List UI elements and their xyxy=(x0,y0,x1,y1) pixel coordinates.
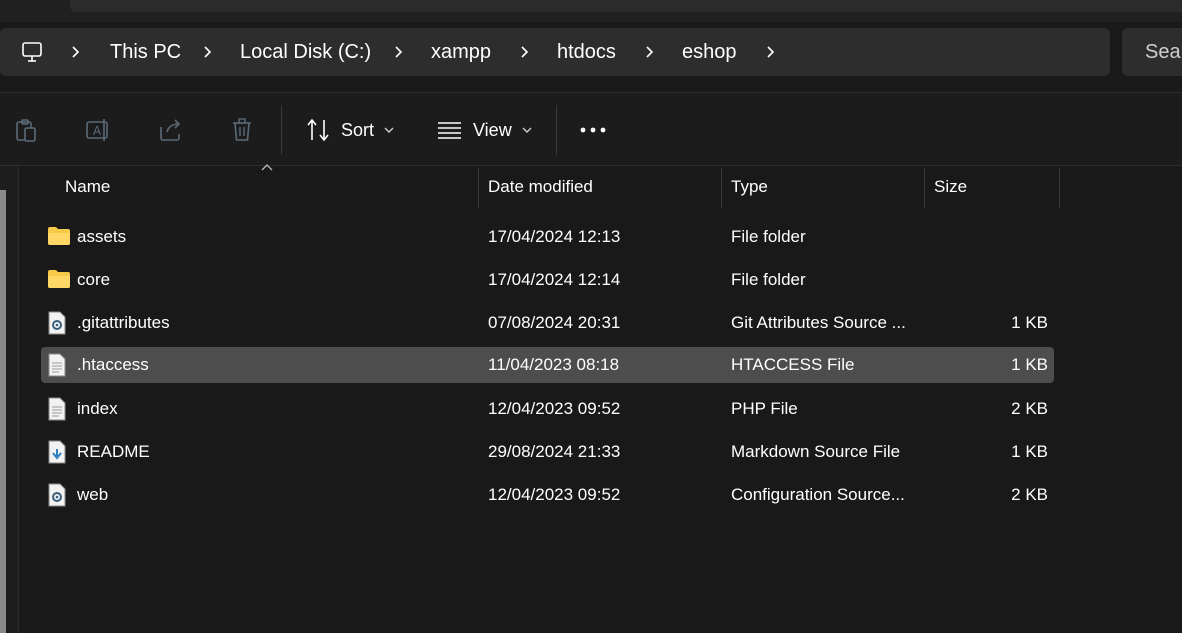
view-button[interactable]: View xyxy=(437,93,542,167)
chevron-right-icon[interactable] xyxy=(765,28,777,76)
delete-icon[interactable] xyxy=(229,117,255,143)
file-name: .gitattributes xyxy=(77,313,170,332)
column-header-name[interactable]: Name xyxy=(65,166,110,208)
file-name: index xyxy=(77,399,118,418)
file-size: 1 KB xyxy=(1011,355,1048,374)
file-date: 07/08/2024 20:31 xyxy=(488,313,621,332)
column-header-type[interactable]: Type xyxy=(731,166,768,208)
file-row[interactable]: core 17/04/2024 12:14 File folder xyxy=(41,262,1054,298)
file-size: 2 KB xyxy=(1011,485,1048,504)
file-name: README xyxy=(77,442,150,461)
view-list-icon xyxy=(438,122,461,139)
file-size: 1 KB xyxy=(1011,442,1048,461)
file-row[interactable]: web 12/04/2023 09:52 Configuration Sourc… xyxy=(41,477,1054,513)
sort-label: Sort xyxy=(341,119,375,140)
file-size: 1 KB xyxy=(1011,313,1048,332)
file-date: 17/04/2024 12:14 xyxy=(488,270,621,289)
text-file-icon xyxy=(47,397,67,426)
navigation-scrollbar[interactable] xyxy=(0,190,6,633)
view-label: View xyxy=(473,119,512,140)
breadcrumb-htdocs[interactable]: htdocs xyxy=(557,28,616,76)
chevron-right-icon[interactable] xyxy=(70,28,82,76)
command-separator xyxy=(281,105,282,155)
command-bar: A Sort View xyxy=(0,92,1182,166)
column-header-date[interactable]: Date modified xyxy=(488,166,593,208)
breadcrumb-xampp[interactable]: xampp xyxy=(431,28,491,76)
file-date: 29/08/2024 21:33 xyxy=(488,442,621,461)
search-input[interactable]: Sear xyxy=(1122,28,1182,76)
settings-file-icon xyxy=(47,311,67,340)
chevron-down-icon xyxy=(384,127,394,133)
file-name: assets xyxy=(77,227,127,246)
tab-strip xyxy=(70,0,1182,12)
markdown-file-icon xyxy=(47,440,67,469)
settings-file-icon xyxy=(47,483,67,512)
file-row-selected[interactable]: .htaccess 11/04/2023 08:18 HTACCESS File… xyxy=(41,347,1054,383)
file-type: File folder xyxy=(731,270,806,289)
file-date: 17/04/2024 12:13 xyxy=(488,227,621,246)
breadcrumb-local-disk[interactable]: Local Disk (C:) xyxy=(240,28,371,76)
file-row[interactable]: README 29/08/2024 21:33 Markdown Source … xyxy=(41,434,1054,470)
svg-text:A: A xyxy=(93,124,102,138)
file-date: 11/04/2023 08:18 xyxy=(488,355,620,374)
more-options-button[interactable] xyxy=(580,93,616,167)
text-file-icon xyxy=(47,353,67,382)
column-divider[interactable] xyxy=(721,168,722,208)
column-divider[interactable] xyxy=(924,168,925,208)
file-type: HTACCESS File xyxy=(731,355,855,374)
column-header-row: Name Date modified Type Size xyxy=(20,166,1060,208)
column-header-size[interactable]: Size xyxy=(934,166,967,208)
file-type: PHP File xyxy=(731,399,798,418)
share-icon[interactable] xyxy=(157,117,183,143)
chevron-right-icon[interactable] xyxy=(644,28,656,76)
rename-icon[interactable]: A xyxy=(85,117,111,143)
file-name: web xyxy=(77,485,109,504)
breadcrumb-this-pc[interactable]: This PC xyxy=(110,28,181,76)
file-size: 2 KB xyxy=(1011,399,1048,418)
file-date: 12/04/2023 09:52 xyxy=(488,485,621,504)
folder-icon xyxy=(47,268,71,295)
column-divider[interactable] xyxy=(1059,168,1060,208)
file-row[interactable]: index 12/04/2023 09:52 PHP File 2 KB xyxy=(41,391,1054,427)
file-date: 12/04/2023 09:52 xyxy=(488,399,621,418)
sort-icon xyxy=(307,118,329,142)
breadcrumb-eshop[interactable]: eshop xyxy=(682,28,737,76)
folder-icon xyxy=(47,225,71,252)
command-separator xyxy=(556,105,557,155)
paste-icon[interactable] xyxy=(13,117,39,143)
file-type: Configuration Source... xyxy=(731,485,905,504)
chevron-right-icon[interactable] xyxy=(202,28,214,76)
file-row[interactable]: assets 17/04/2024 12:13 File folder xyxy=(41,219,1054,255)
file-type: File folder xyxy=(731,227,806,246)
sort-button[interactable]: Sort xyxy=(305,93,404,167)
column-divider[interactable] xyxy=(478,168,479,208)
ellipsis-icon xyxy=(580,127,606,133)
chevron-right-icon[interactable] xyxy=(519,28,531,76)
file-type: Markdown Source File xyxy=(731,442,901,461)
chevron-right-icon[interactable] xyxy=(393,28,405,76)
file-name: core xyxy=(77,270,111,289)
file-row[interactable]: .gitattributes 07/08/2024 20:31 Git Attr… xyxy=(41,305,1054,341)
file-name: .htaccess xyxy=(77,355,149,374)
chevron-down-icon xyxy=(522,127,532,133)
computer-icon[interactable] xyxy=(20,28,44,76)
title-strip xyxy=(0,0,1182,22)
file-type: Git Attributes Source ... xyxy=(731,313,906,332)
address-bar[interactable]: This PC Local Disk (C:) xampp htdocs esh… xyxy=(0,28,1110,76)
